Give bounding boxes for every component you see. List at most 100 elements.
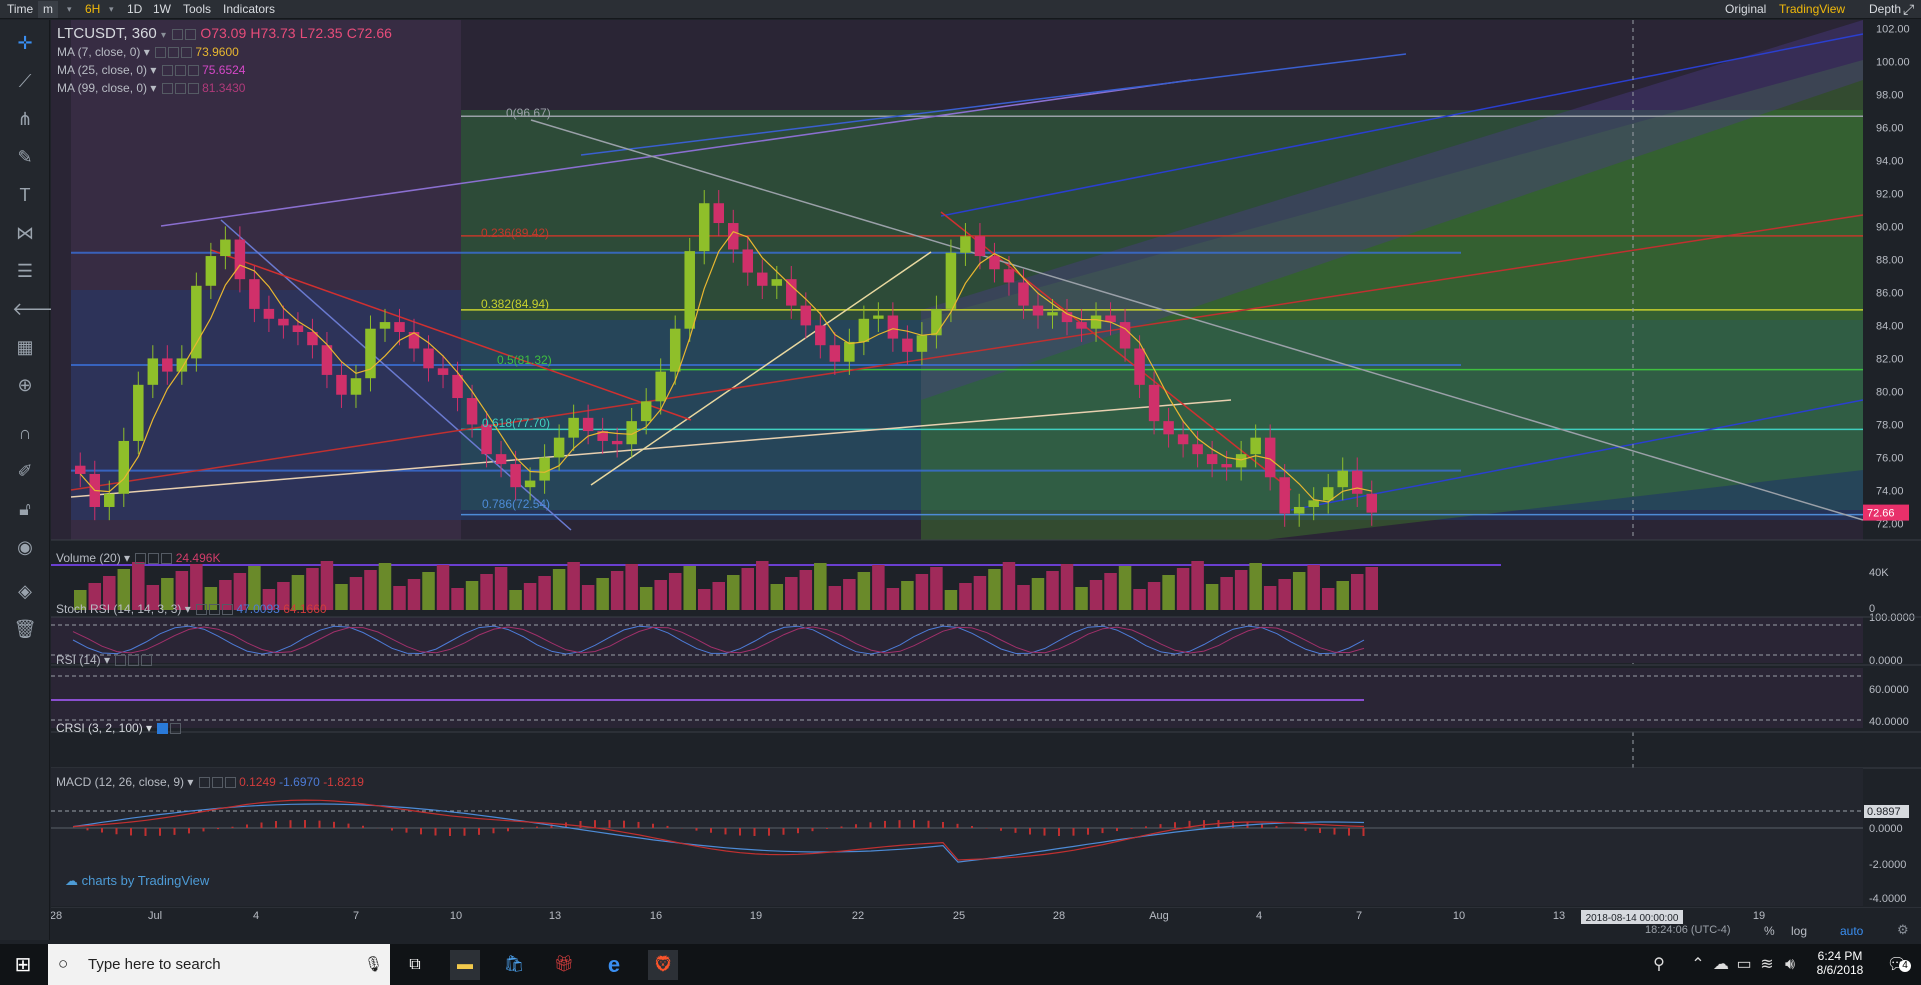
volume-bar (552, 569, 566, 610)
time-unit-dropdown[interactable]: m (38, 1, 58, 18)
legend-toggle[interactable] (172, 28, 184, 40)
trash-icon[interactable]: 🗑︎ (12, 616, 38, 642)
volume-bar (901, 581, 914, 610)
candle-body (495, 454, 507, 465)
interval-1d-button[interactable]: 1D (122, 1, 147, 18)
tools-menu[interactable]: Tools (178, 1, 216, 18)
notification-center-icon[interactable]: 💬︎ 4 (1882, 950, 1912, 980)
volume-bar (988, 569, 1001, 610)
volume-bar (1350, 574, 1364, 610)
cloud-icon: ☁ (65, 873, 78, 888)
ma7-label: MA (7, close, 0) (57, 45, 141, 59)
chevron-down-icon[interactable]: ▾ (62, 1, 77, 18)
log-scale-button[interactable]: log (1791, 924, 1807, 938)
text-icon[interactable]: T (12, 182, 38, 208)
auto-scale-button[interactable]: auto (1840, 924, 1863, 938)
fib-tool-icon[interactable]: ☰ (12, 258, 38, 284)
volume-bar (1205, 584, 1219, 610)
candle-body (1047, 312, 1058, 316)
gear-icon[interactable]: ⚙ (1897, 922, 1909, 938)
indicators-menu[interactable]: Indicators (218, 1, 280, 18)
zoom-in-icon[interactable]: ⊕ (12, 372, 38, 398)
macd-label: MACD (12, 26, close, 9) (56, 775, 185, 789)
chart-area[interactable]: 102.00 100.00 98.00 96.00 94.00 92.00 90.00 88.… (51, 20, 1921, 960)
volume-bar (1162, 575, 1175, 610)
volume-bar (828, 586, 842, 610)
candle-body (989, 256, 1000, 270)
volume-bar (436, 565, 450, 610)
legend-settings[interactable] (185, 28, 197, 40)
tradingview-watermark: ☁ charts by TradingView (65, 873, 209, 889)
gift-app-icon[interactable]: 🎁︎ (549, 950, 579, 980)
ma25-legend: MA (25, close, 0) ▾ 75.6524 (57, 63, 246, 77)
candle-body (800, 305, 812, 326)
volume-bar (683, 566, 696, 610)
stoch-axis-label: 100.0000 (1869, 612, 1915, 624)
candle-body (655, 371, 666, 402)
candle-body (263, 308, 275, 319)
system-clock[interactable]: 6:24 PM 8/6/2018 (1800, 949, 1880, 977)
back-arrow-icon[interactable]: 🡐 (12, 296, 60, 322)
price-tick-label: 96.00 (1876, 122, 1904, 134)
candle-body (1337, 470, 1348, 488)
candle-body (1134, 348, 1145, 385)
candle-body (553, 437, 565, 458)
lock-drawing-icon[interactable]: ✐ (12, 458, 38, 484)
taskbar-search-box[interactable]: ○ Type here to search 🎙︎ (48, 944, 390, 985)
file-explorer-icon[interactable]: ▬ (450, 950, 480, 980)
view-tradingview-tab[interactable]: TradingView (1774, 1, 1850, 18)
price-tick-label: 74.00 (1876, 485, 1904, 497)
eye-icon[interactable]: ◉ (12, 534, 38, 560)
view-original-tab[interactable]: Original (1720, 1, 1771, 18)
fib-label-0618: 0.618(77.70) (482, 416, 551, 430)
task-view-icon[interactable]: ⧉ (400, 950, 430, 980)
time-tick-label: 19 (1753, 910, 1765, 922)
crsi-label: CRSI (3, 2, 100) (56, 721, 143, 735)
percent-scale-button[interactable]: % (1764, 924, 1775, 938)
volume-bar (944, 590, 958, 610)
volume-bar (465, 581, 479, 610)
ma99-value: 81.3430 (202, 81, 246, 95)
clock-time: 6:24 PM (1817, 949, 1863, 963)
volume-bar (872, 565, 885, 610)
brush-icon[interactable]: ✎ (12, 144, 38, 170)
fullscreen-icon[interactable]: ⤢ (1898, 1, 1919, 18)
interval-6h-button[interactable]: 6H (80, 1, 105, 18)
chart-canvas[interactable]: 102.00 100.00 98.00 96.00 94.00 92.00 90.00 88.… (51, 20, 1921, 960)
measure-icon[interactable]: ▦ (12, 334, 38, 360)
candle-body (568, 417, 579, 438)
layers-icon[interactable]: ◈ (12, 578, 38, 604)
watermark-text: charts by TradingView (81, 873, 210, 888)
candle-body (394, 322, 405, 332)
store-icon[interactable]: 🛍︎ (499, 950, 529, 980)
candle-body (220, 239, 231, 257)
price-tick-label: 92.00 (1876, 188, 1904, 200)
chevron-down-icon[interactable]: ▾ (104, 1, 119, 18)
magnet-icon[interactable]: ∩ (12, 420, 38, 446)
volume-bar (1118, 566, 1132, 610)
windows-start-icon[interactable]: ⊞ (8, 950, 38, 980)
chevron-down-icon[interactable]: ▾ (161, 30, 166, 41)
people-icon[interactable]: ⚲ (1644, 950, 1674, 980)
volume-bar (625, 564, 638, 610)
candle-body (713, 203, 724, 224)
candle-body (1076, 322, 1087, 329)
interval-1w-button[interactable]: 1W (148, 1, 176, 18)
volume-bar (799, 570, 813, 610)
trendline-icon[interactable]: ⟋ (12, 68, 38, 94)
time-button[interactable]: Time (2, 1, 38, 18)
microphone-icon[interactable]: 🎙︎ (364, 955, 383, 973)
crosshair-icon[interactable]: ✛ (12, 30, 38, 56)
symbol-label: LTCUSDT, 360 (57, 25, 157, 42)
stoch-label: Stoch RSI (14, 14, 3, 3) (56, 602, 182, 616)
pitchfork-icon[interactable]: ⋔ (12, 106, 38, 132)
volume-bar (712, 582, 725, 610)
candle-body (1192, 444, 1203, 455)
pattern-icon[interactable]: ⋈ (12, 220, 38, 246)
lock-icon[interactable]: 🔓︎ (12, 496, 38, 522)
volume-bar (741, 568, 755, 610)
edge-browser-icon[interactable]: e (599, 950, 629, 980)
time-tick-label: 4 (253, 910, 259, 922)
symbol-legend: LTCUSDT, 360 ▾ O73.09 H73.73 L72.35 C72.… (57, 25, 392, 42)
brave-browser-icon[interactable]: 🦁︎ (648, 950, 678, 980)
